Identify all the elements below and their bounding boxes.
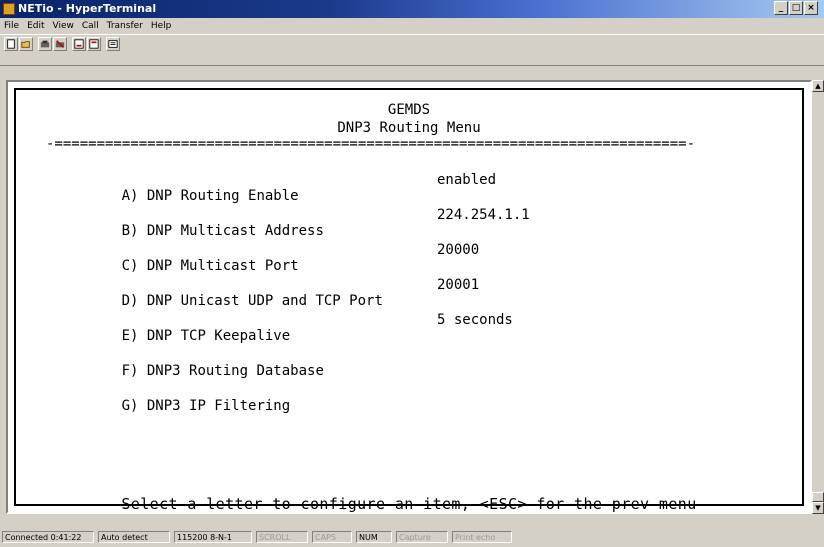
menu-item-key: A) [121, 188, 139, 204]
menu-item-label: DNP3 Routing Database [146, 363, 324, 379]
properties-icon [108, 40, 118, 48]
status-caps: CAPS [312, 531, 352, 543]
maximize-button[interactable]: □ [789, 1, 803, 15]
disconnect-button[interactable] [53, 37, 67, 51]
new-connection-button[interactable] [4, 37, 18, 51]
menu-item-a[interactable]: A) DNP Routing Enable enabled [71, 172, 496, 204]
menu-item-f[interactable]: F) DNP3 Routing Database [71, 347, 324, 379]
menu-item-key: D) [121, 293, 139, 309]
scroll-up-button[interactable]: ▲ [812, 80, 824, 92]
menu-view[interactable]: View [53, 19, 74, 33]
status-connected: Connected 0:41:22 [2, 531, 94, 543]
scroll-down-button[interactable]: ▼ [812, 502, 824, 514]
menu-item-value: 224.254.1.1 [437, 207, 530, 223]
properties-button[interactable] [106, 37, 120, 51]
menu-item-value: enabled [437, 172, 497, 188]
vertical-scrollbar[interactable]: ▲ ▼ [812, 80, 824, 514]
menu-item-value: 5 seconds [437, 312, 513, 328]
status-capture: Capture [396, 531, 448, 543]
menu-item-label: DNP3 IP Filtering [146, 398, 291, 414]
menu-item-value: 20000 [437, 242, 480, 258]
open-button[interactable] [19, 37, 33, 51]
terminal-header-title: GEMDS [387, 102, 431, 118]
open-icon [21, 41, 30, 48]
disconnect-icon [55, 40, 65, 48]
menu-item-key: E) [121, 328, 139, 344]
call-button[interactable] [38, 37, 52, 51]
close-button[interactable]: × [804, 1, 818, 15]
status-settings: 115200 8-N-1 [174, 531, 252, 543]
menu-item-e[interactable]: E) DNP TCP Keepalive 5 seconds [71, 312, 513, 344]
send-icon [74, 39, 84, 49]
menu-transfer[interactable]: Transfer [107, 19, 143, 33]
terminal-screen[interactable]: GEMDS DNP3 Routing Menu -===============… [14, 88, 804, 513]
menu-item-label: DNP Multicast Address [146, 223, 324, 239]
menu-item-g[interactable]: G) DNP3 IP Filtering [71, 382, 291, 414]
menu-edit[interactable]: Edit [27, 19, 44, 33]
scrollbar-thumb[interactable] [812, 492, 824, 502]
menu-item-label: DNP Routing Enable [146, 188, 299, 204]
status-print-echo: Print echo [452, 531, 512, 543]
menu-file[interactable]: File [4, 19, 19, 33]
terminal-menu-title: DNP3 Routing Menu [337, 120, 481, 136]
menu-call[interactable]: Call [82, 19, 99, 33]
hyperterminal-icon [3, 3, 15, 15]
receive-button[interactable] [87, 37, 101, 51]
menu-item-c[interactable]: C) DNP Multicast Port 20000 [71, 242, 480, 274]
menu-item-key: B) [121, 223, 139, 239]
menu-item-label: DNP TCP Keepalive [146, 328, 291, 344]
menu-item-d[interactable]: D) DNP Unicast UDP and TCP Port 20001 [71, 277, 480, 309]
menu-item-key: G) [121, 398, 139, 414]
status-scroll: SCROLL [256, 531, 308, 543]
title-bar[interactable]: NETio - HyperTerminal _ □ × [0, 0, 824, 18]
menu-item-value: 20001 [437, 277, 480, 293]
new-icon [7, 39, 15, 49]
window-title: NETio - HyperTerminal [18, 2, 157, 15]
terminal-prompt: Select a letter to configure an item, <E… [121, 495, 697, 513]
minimize-button[interactable]: _ [774, 1, 788, 15]
terminal-frame: GEMDS DNP3 Routing Menu -===============… [6, 80, 812, 514]
status-detect: Auto detect [98, 531, 170, 543]
menu-item-b[interactable]: B) DNP Multicast Address 224.254.1.1 [71, 207, 530, 239]
window-controls: _ □ × [774, 1, 818, 15]
menu-help[interactable]: Help [151, 19, 172, 33]
menu-bar: File Edit View Call Transfer Help [0, 19, 824, 33]
menu-item-key: F) [121, 363, 139, 379]
call-icon [40, 40, 50, 48]
status-bar: Connected 0:41:22 Auto detect 115200 8-N… [0, 527, 824, 547]
menu-item-label: DNP Unicast UDP and TCP Port [146, 293, 383, 309]
send-button[interactable] [72, 37, 86, 51]
menu-item-label: DNP Multicast Port [146, 258, 299, 274]
receive-icon [89, 39, 99, 49]
toolbar [0, 34, 824, 66]
status-num: NUM [356, 531, 392, 543]
menu-item-key: C) [121, 258, 139, 274]
divider-line: -=======================================… [46, 136, 696, 152]
